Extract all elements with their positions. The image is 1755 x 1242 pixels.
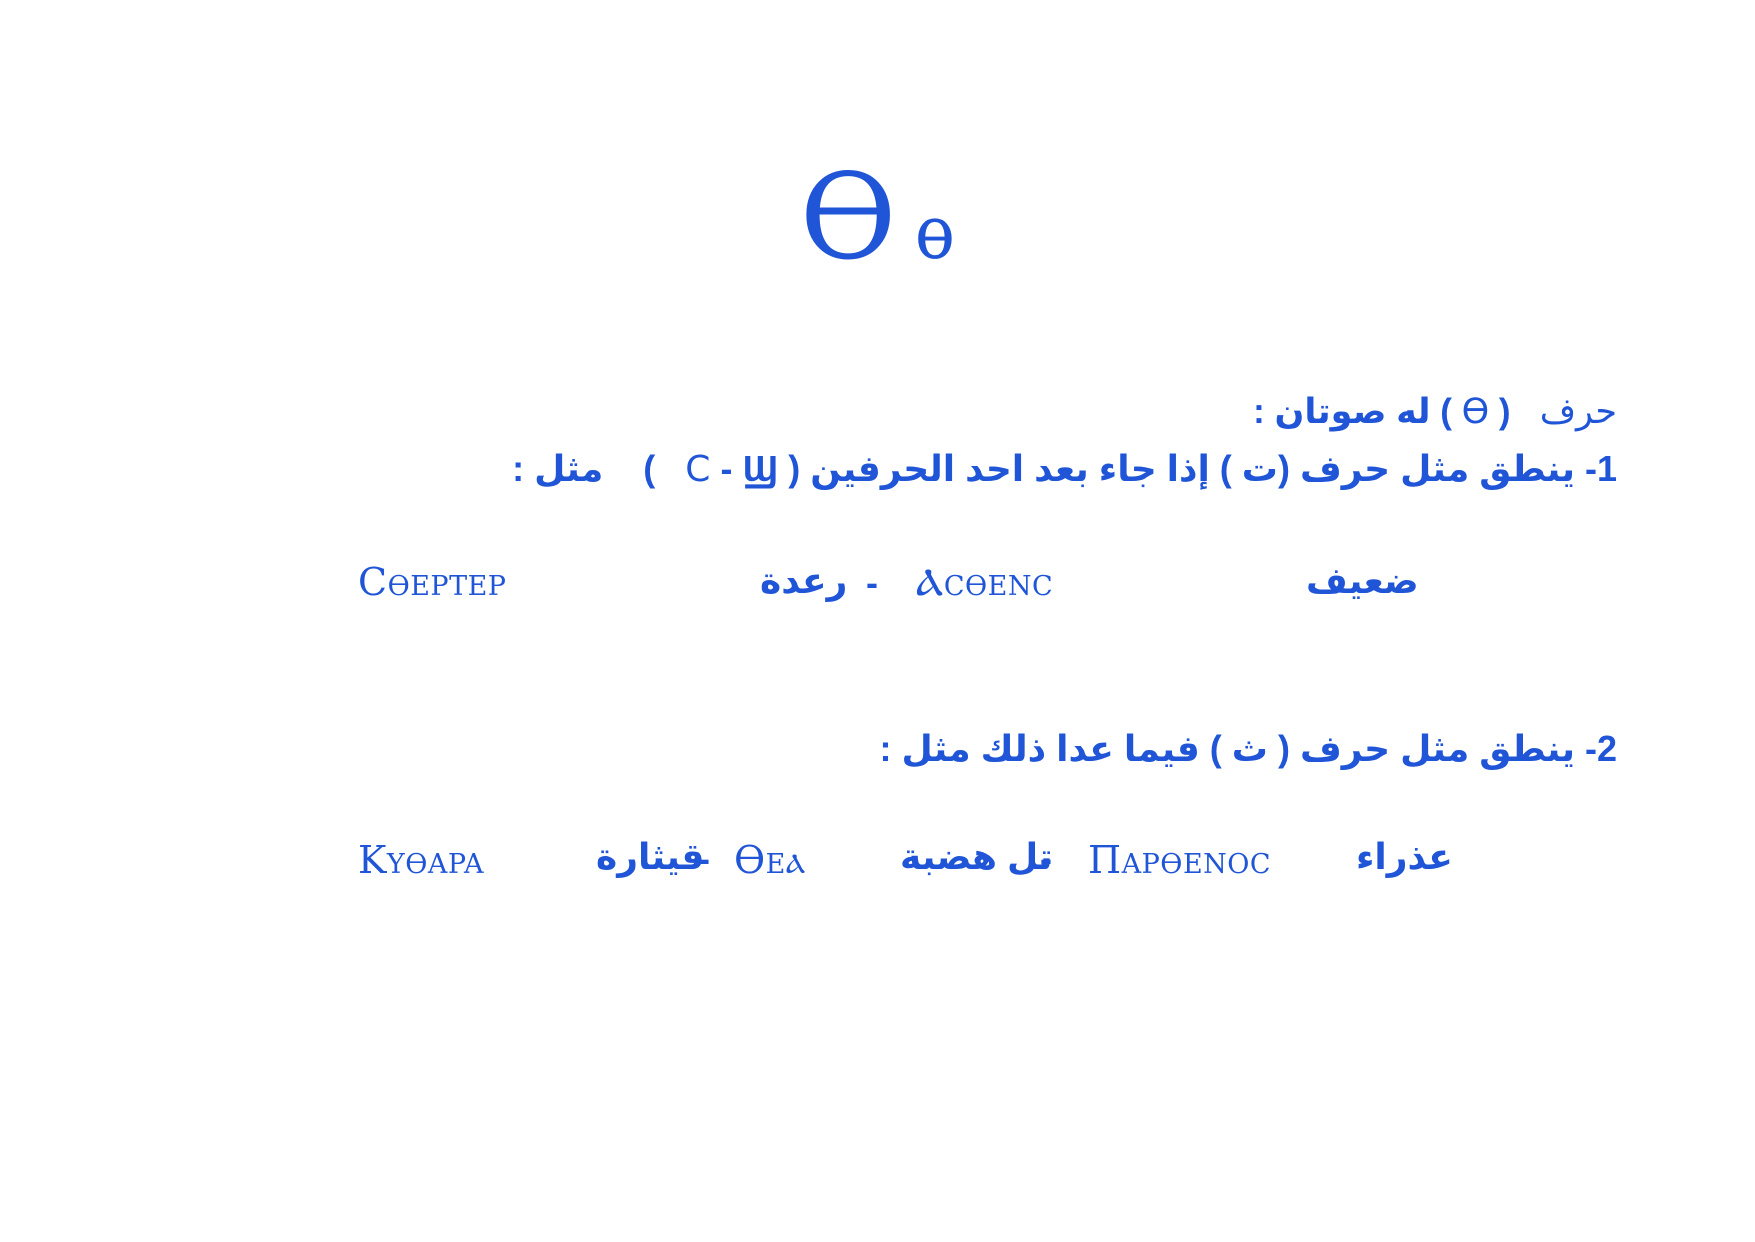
intro-line: حرف ( Ѳ ) له صوتان : (1253, 392, 1617, 432)
example-2-arabic-word-2: تل هضبة (900, 836, 1053, 877)
intro-suffix: له صوتان : (1253, 392, 1431, 431)
example-2-coptic-word-3: Πapѳenoc (1088, 838, 1272, 882)
rule-1-letter-shai: Ϣ (742, 448, 779, 489)
example-1-dash: - (866, 562, 878, 603)
rule-1-text: 1- ينطق مثل حرف (ت ) إذا جاء بعد احد الح… (810, 448, 1617, 489)
rule-2-text: 2- ينطق مثل حرف ( ث ) فيما عدا ذلك مثل : (879, 728, 1617, 769)
example-1-coptic-word-1: Cѳeptep (358, 560, 507, 604)
heading-lower-letter: ѳ (914, 190, 956, 276)
example-2-dash-2: - (1040, 838, 1052, 879)
intro-letter: Ѳ (1461, 392, 1490, 432)
heading-upper-letter: Ѳ (799, 148, 897, 286)
rule-1-close-paren: ) (643, 448, 656, 489)
rule-1: 1- ينطق مثل حرف (ت ) إذا جاء بعد احد الح… (512, 448, 1617, 490)
example-1-arabic-word-2: ضعيف (1306, 560, 1419, 601)
intro-prefix: حرف (1539, 392, 1617, 431)
example-2-arabic-word-1: قيثارة (596, 836, 705, 877)
rule-1-open-paren: ( (788, 448, 801, 489)
example-2-coptic-word-2: Ѳeⲁ (734, 838, 806, 882)
rule-2: 2- ينطق مثل حرف ( ث ) فيما عدا ذلك مثل : (880, 728, 1617, 770)
rule-1-separator: - (720, 448, 733, 489)
example-2-coptic-word-1: Kyѳapa (358, 838, 485, 882)
intro-close-paren: ) (1440, 392, 1452, 431)
example-2-arabic-word-3: عذراء (1356, 836, 1453, 877)
example-1-coptic-word-2: Ⲁcѳenc (916, 560, 1054, 604)
example-2-dash-1: - (698, 838, 710, 879)
intro-open-paren: ( (1498, 392, 1511, 431)
example-1-arabic-word-1: رعدة (760, 560, 848, 601)
rule-1-example-label: مثل : (512, 448, 604, 489)
rule-1-letter-sima: C (685, 449, 711, 490)
page-heading: Ѳѳ (0, 158, 1755, 276)
